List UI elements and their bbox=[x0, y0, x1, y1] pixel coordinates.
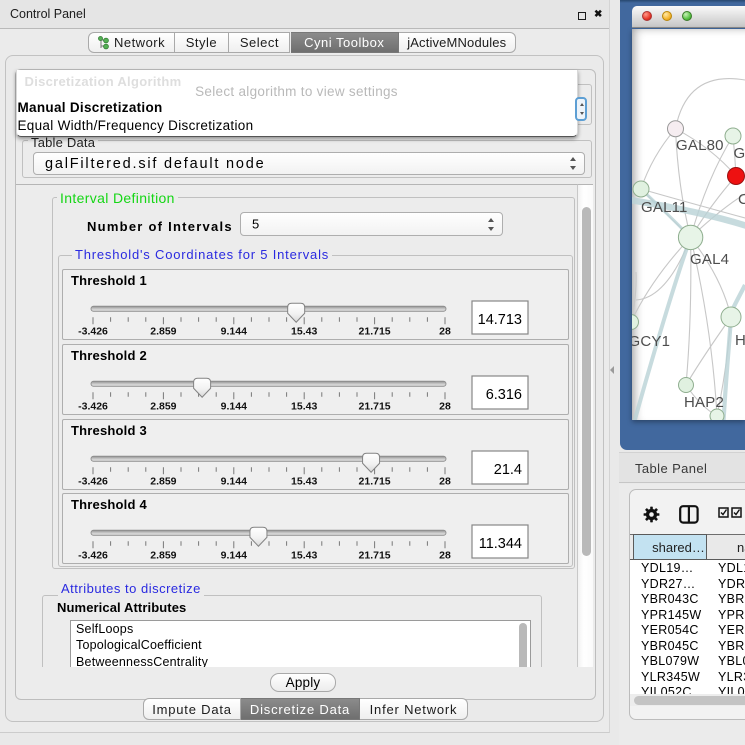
svg-text:Threshold 4: Threshold 4 bbox=[71, 497, 147, 512]
svg-text:11.344: 11.344 bbox=[479, 536, 522, 552]
svg-text:HAP2: HAP2 bbox=[684, 394, 724, 411]
svg-text:GAL7: GAL7 bbox=[734, 145, 745, 162]
svg-text:9.144: 9.144 bbox=[221, 475, 247, 487]
svg-text:9.144: 9.144 bbox=[221, 400, 247, 412]
svg-text:HSF1: HSF1 bbox=[735, 332, 745, 349]
svg-text:28: 28 bbox=[439, 549, 451, 561]
svg-text:2.859: 2.859 bbox=[150, 325, 176, 337]
svg-text:Threshold 1: Threshold 1 bbox=[71, 273, 147, 288]
svg-text:6.316: 6.316 bbox=[486, 387, 522, 403]
svg-text:14.713: 14.713 bbox=[478, 312, 522, 328]
svg-text:21.715: 21.715 bbox=[359, 475, 391, 487]
svg-text:9.144: 9.144 bbox=[221, 325, 247, 337]
svg-text:2.859: 2.859 bbox=[150, 549, 176, 561]
svg-text:28: 28 bbox=[439, 400, 451, 412]
svg-text:GAL4: GAL4 bbox=[690, 251, 729, 268]
svg-text:-3.426: -3.426 bbox=[78, 325, 108, 337]
svg-text:-3.426: -3.426 bbox=[78, 475, 108, 487]
svg-text:15.43: 15.43 bbox=[291, 475, 317, 487]
svg-text:2.859: 2.859 bbox=[150, 475, 176, 487]
svg-text:2.859: 2.859 bbox=[150, 400, 176, 412]
svg-text:Threshold 2: Threshold 2 bbox=[71, 348, 147, 363]
svg-text:9.144: 9.144 bbox=[221, 549, 247, 561]
svg-text:15.43: 15.43 bbox=[291, 325, 317, 337]
svg-text:GAL80: GAL80 bbox=[676, 137, 724, 154]
svg-text:21.715: 21.715 bbox=[359, 400, 391, 412]
svg-text:Threshold 3: Threshold 3 bbox=[71, 423, 147, 438]
svg-text:15.43: 15.43 bbox=[291, 549, 317, 561]
svg-text:15.43: 15.43 bbox=[291, 400, 317, 412]
svg-text:CDC2: CDC2 bbox=[738, 191, 745, 208]
svg-text:21.715: 21.715 bbox=[359, 549, 391, 561]
svg-text:21.4: 21.4 bbox=[494, 462, 522, 478]
svg-text:GAL11: GAL11 bbox=[641, 199, 688, 216]
svg-text:21.715: 21.715 bbox=[359, 325, 391, 337]
svg-text:-3.426: -3.426 bbox=[78, 400, 108, 412]
svg-text:GCY1: GCY1 bbox=[632, 333, 670, 350]
svg-text:28: 28 bbox=[439, 475, 451, 487]
svg-text:28: 28 bbox=[439, 325, 451, 337]
svg-text:-3.426: -3.426 bbox=[78, 549, 108, 561]
